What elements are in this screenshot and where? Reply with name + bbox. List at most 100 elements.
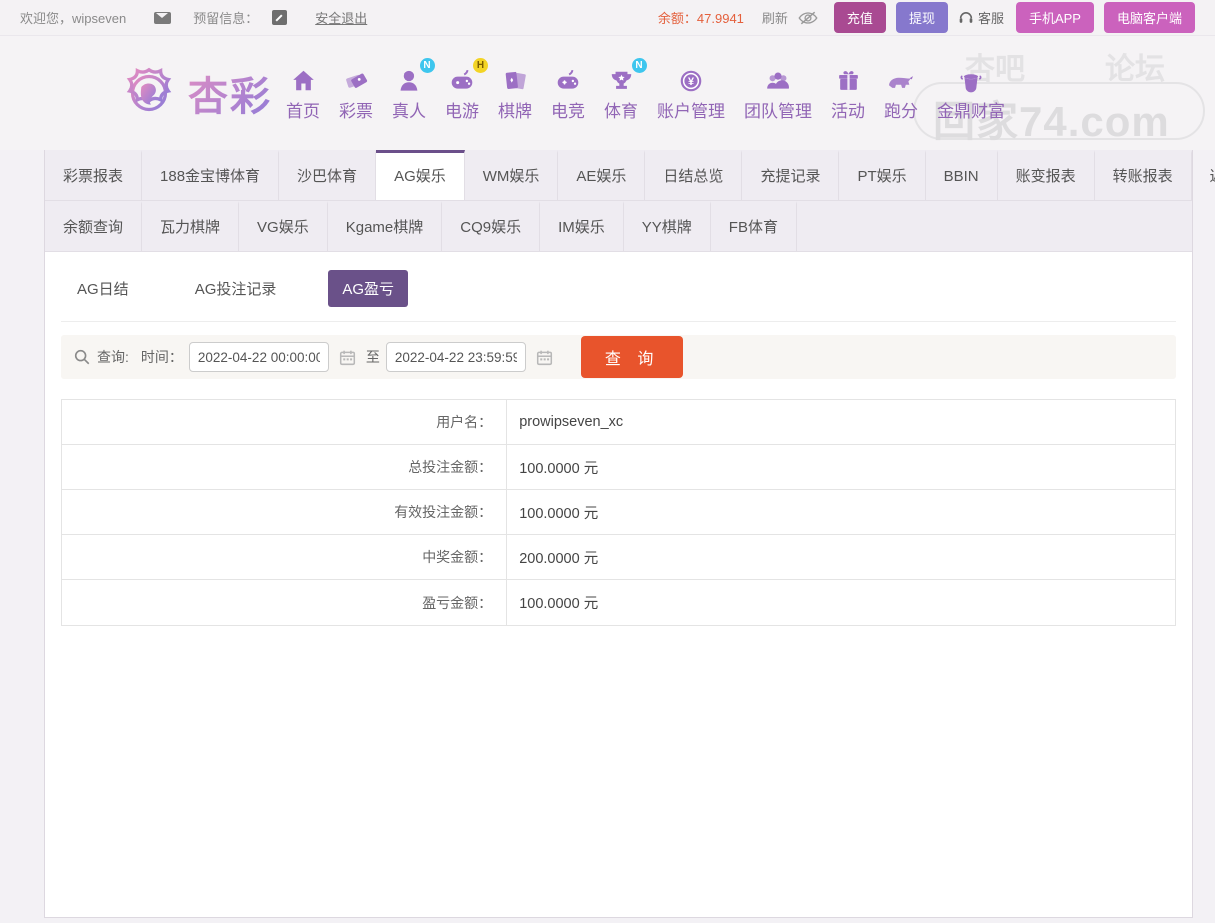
logout-link[interactable]: 安全退出	[315, 8, 367, 27]
ag-subtabs: AG日结 AG投注记录 AG盈亏	[61, 266, 1176, 322]
tab-row-2: 余额查询 瓦力棋牌 VG娱乐 Kgame棋牌 CQ9娱乐 IM娱乐 YY棋牌 F…	[45, 201, 1192, 252]
calendar-icon[interactable]	[536, 349, 553, 366]
nav-item-sports[interactable]: N 体育	[604, 64, 638, 122]
site-logo[interactable]: 杏彩	[118, 62, 272, 124]
customer-service-label: 客服	[978, 8, 1004, 27]
tab-ae[interactable]: AE娱乐	[558, 150, 645, 200]
paofen-rhino-icon	[886, 64, 916, 94]
nav-item-team-manage[interactable]: 团队管理	[744, 64, 812, 122]
nav-item-wealth[interactable]: 金鼎财富	[937, 64, 1005, 122]
withdraw-button[interactable]: 提现	[896, 2, 948, 33]
nav-item-lottery[interactable]: 彩票	[339, 64, 373, 122]
nav-item-egame[interactable]: H 电游	[445, 64, 479, 122]
home-icon	[290, 64, 317, 94]
sports-icon: N	[608, 64, 635, 94]
tab-content: AG日结 AG投注记录 AG盈亏 查询: 时间： 至 查 询 用户名： prow…	[45, 252, 1192, 626]
site-header: 杏彩 首页 彩票 N 真人 H 电游 棋牌	[0, 36, 1215, 150]
row-value: prowipseven_xc	[507, 414, 623, 430]
edit-icon[interactable]	[272, 10, 287, 25]
tab-kgame[interactable]: Kgame棋牌	[328, 201, 443, 251]
nav-item-live-casino[interactable]: N 真人	[392, 64, 426, 122]
query-label: 查询:	[97, 347, 129, 367]
tab-pt[interactable]: PT娱乐	[839, 150, 925, 200]
wealth-icon	[958, 64, 984, 94]
row-value: 200.0000 元	[507, 547, 598, 568]
table-row: 中奖金额： 200.0000 元	[62, 535, 1175, 580]
balance-text: 余额：47.9941	[658, 8, 744, 27]
table-row: 有效投注金额： 100.0000 元	[62, 490, 1175, 535]
board-games-icon	[502, 64, 528, 94]
date-to-input[interactable]	[386, 342, 526, 372]
report-tabs: 彩票报表 188金宝博体育 沙巴体育 AG娱乐 WM娱乐 AE娱乐 日结总览 充…	[45, 150, 1192, 252]
time-label: 时间：	[141, 347, 183, 367]
eye-off-icon[interactable]	[798, 10, 818, 26]
subtab-ag-daily[interactable]: AG日结	[63, 270, 143, 307]
tab-account-change-report[interactable]: 账变报表	[998, 150, 1095, 200]
tab-transfer-report[interactable]: 转账报表	[1095, 150, 1192, 200]
recharge-button[interactable]: 充值	[834, 2, 886, 33]
tab-lottery-report[interactable]: 彩票报表	[45, 150, 142, 200]
mobile-app-button[interactable]: 手机APP	[1016, 2, 1094, 33]
reserved-info-label: 预留信息：	[193, 8, 258, 27]
calendar-icon[interactable]	[339, 349, 356, 366]
search-bar: 查询: 时间： 至 查 询	[61, 335, 1176, 379]
balance-value: 47.9941	[697, 11, 744, 26]
tab-wali[interactable]: 瓦力棋牌	[142, 201, 239, 251]
new-badge: N	[632, 58, 647, 73]
tab-rebate-total[interactable]: 返点总额	[1192, 150, 1215, 200]
welcome-text: 欢迎您，wipseven	[20, 8, 126, 27]
live-casino-icon: N	[396, 64, 423, 94]
row-label: 总投注金额：	[62, 445, 507, 489]
main-nav: 首页 彩票 N 真人 H 电游 棋牌 电竞	[286, 64, 1005, 122]
date-from-input[interactable]	[189, 342, 329, 372]
envelope-icon[interactable]	[154, 12, 171, 24]
table-row: 总投注金额： 100.0000 元	[62, 445, 1175, 490]
tab-row-1: 彩票报表 188金宝博体育 沙巴体育 AG娱乐 WM娱乐 AE娱乐 日结总览 充…	[45, 150, 1192, 201]
nav-item-esports[interactable]: 电竞	[551, 64, 585, 122]
row-value: 100.0000 元	[507, 502, 598, 523]
tab-wm[interactable]: WM娱乐	[465, 150, 559, 200]
subtab-ag-profit-loss[interactable]: AG盈亏	[328, 270, 408, 307]
table-row: 盈亏金额： 100.0000 元	[62, 580, 1175, 625]
logo-emblem-icon	[118, 62, 180, 124]
nav-item-account-manage[interactable]: ¥ 账户管理	[657, 64, 725, 122]
search-button[interactable]: 查 询	[581, 336, 683, 378]
search-icon	[73, 348, 91, 366]
tab-fb-sport[interactable]: FB体育	[711, 201, 797, 251]
nav-item-paofen[interactable]: 跑分	[884, 64, 918, 122]
nav-item-board-games[interactable]: 棋牌	[498, 64, 532, 122]
row-value: 100.0000 元	[507, 592, 598, 613]
tab-daily-overview[interactable]: 日结总览	[645, 150, 742, 200]
nav-item-activity[interactable]: 活动	[831, 64, 865, 122]
tab-cq9[interactable]: CQ9娱乐	[442, 201, 540, 251]
logo-text: 杏彩	[188, 64, 272, 122]
tab-ag[interactable]: AG娱乐	[376, 150, 465, 200]
pc-client-button[interactable]: 电脑客户端	[1104, 2, 1195, 33]
balance-label: 余额：	[658, 11, 697, 26]
main-container: 彩票报表 188金宝博体育 沙巴体育 AG娱乐 WM娱乐 AE娱乐 日结总览 充…	[44, 150, 1193, 918]
row-label: 有效投注金额：	[62, 490, 507, 534]
svg-text:¥: ¥	[688, 76, 694, 88]
esports-icon	[554, 64, 582, 94]
hot-badge: H	[473, 58, 488, 73]
subtab-ag-bet-record[interactable]: AG投注记录	[181, 270, 291, 307]
team-manage-icon	[764, 64, 792, 94]
to-label: 至	[366, 347, 380, 367]
topbar: 欢迎您，wipseven 预留信息： 安全退出 余额：47.9941 刷新 充值…	[0, 0, 1215, 36]
profit-loss-table: 用户名： prowipseven_xc 总投注金额： 100.0000 元 有效…	[61, 399, 1176, 626]
headset-icon	[958, 10, 974, 25]
tab-deposit-withdraw-record[interactable]: 充提记录	[742, 150, 839, 200]
table-row: 用户名： prowipseven_xc	[62, 400, 1175, 445]
tab-saba-sport[interactable]: 沙巴体育	[279, 150, 376, 200]
customer-service-button[interactable]: 客服	[958, 8, 1004, 27]
tab-bbin[interactable]: BBIN	[926, 150, 998, 200]
nav-item-home[interactable]: 首页	[286, 64, 320, 122]
row-value: 100.0000 元	[507, 457, 598, 478]
tab-yy[interactable]: YY棋牌	[624, 201, 711, 251]
tab-im[interactable]: IM娱乐	[540, 201, 624, 251]
account-manage-icon: ¥	[678, 64, 704, 94]
refresh-button[interactable]: 刷新	[762, 8, 788, 27]
tab-188-sport[interactable]: 188金宝博体育	[142, 150, 279, 200]
tab-vg[interactable]: VG娱乐	[239, 201, 328, 251]
tab-balance-query[interactable]: 余额查询	[45, 201, 142, 251]
